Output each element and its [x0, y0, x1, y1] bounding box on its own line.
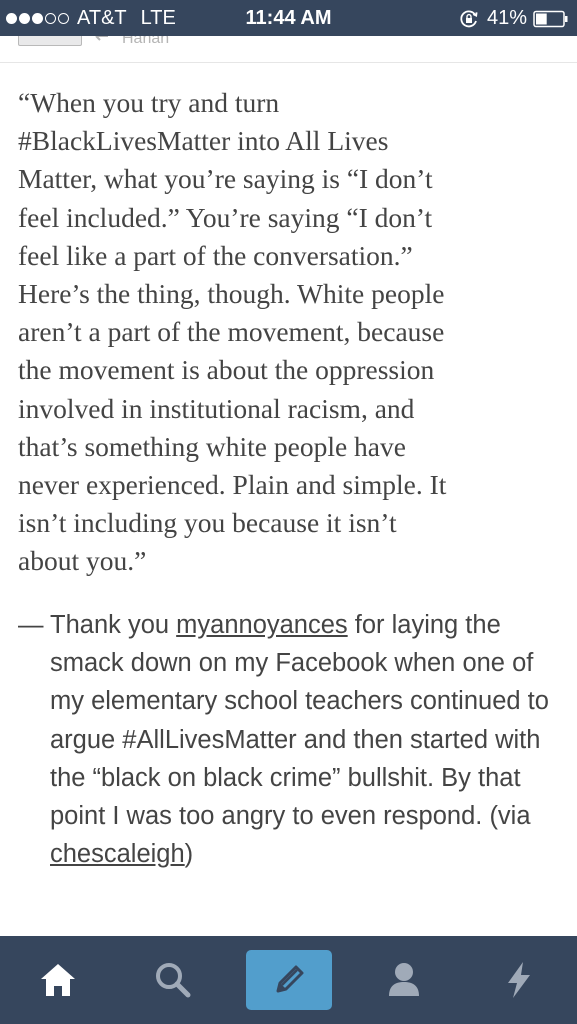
person-icon: [388, 963, 419, 996]
quote-line: Here’s the thing, though. White people: [18, 278, 445, 310]
home-icon: [40, 964, 75, 996]
attribution-body: Thank you myannoyances for laying the sm…: [50, 606, 563, 873]
quote-line: “When you try and turn: [18, 87, 280, 118]
post-header: Hánah: [0, 36, 577, 63]
pencil-icon: [276, 965, 303, 993]
quote-line: never experienced. Plain and simple. It: [18, 469, 447, 501]
quote-line: feel like a part of the conversation.”: [18, 239, 413, 271]
tab-bar: [0, 936, 577, 1024]
battery-percent: 41%: [486, 7, 527, 29]
status-bar: AT&T LTE 11:44 AM 41%: [0, 0, 577, 36]
search-icon: [155, 963, 190, 998]
author-name: Hánah: [122, 36, 170, 47]
tab-account[interactable]: [346, 936, 461, 1024]
tab-compose[interactable]: [231, 936, 346, 1024]
reblog-arrow-icon: [95, 36, 108, 41]
quote-attribution: — Thank you myannoyances for laying the …: [18, 606, 563, 873]
quote-line: #BlackLivesMatter into All Lives: [18, 125, 389, 157]
quote-line: Matter, what you’re saying is “I don’t: [18, 163, 433, 195]
rotation-lock-icon: [459, 9, 479, 29]
quote-line: that’s something white people have: [18, 430, 406, 462]
quote-text: “When you try and turn #BlackLivesMatter …: [18, 84, 558, 581]
reblog-source[interactable]: Hánah: [94, 36, 169, 48]
quote-line: involved in institutional racism, and: [18, 392, 415, 424]
attribution-middle: for laying the smack down on my Facebook…: [50, 611, 549, 831]
quote-line: the movement is about the oppression: [18, 354, 435, 386]
tab-activity[interactable]: [461, 936, 576, 1024]
compose-button[interactable]: [245, 950, 332, 1010]
tab-search[interactable]: [115, 936, 230, 1024]
attribution-end: ): [184, 840, 194, 869]
quote-line: isn’t including you because it isn’t: [18, 507, 397, 539]
tab-home[interactable]: [0, 936, 115, 1024]
battery-icon: [533, 10, 569, 28]
user-link-chescaleigh[interactable]: chescaleigh: [50, 840, 185, 868]
quote-line: about you.”: [18, 545, 147, 577]
lightning-icon: [507, 962, 530, 998]
quote-line: aren’t a part of the movement, because: [18, 316, 445, 348]
user-link-myannoyances[interactable]: myannoyances: [176, 611, 348, 639]
attribution-intro: Thank you: [50, 611, 177, 639]
quote-line: feel included.” You’re saying “I don’t: [18, 201, 433, 233]
attribution-dash: —: [18, 611, 44, 639]
status-right: 41%: [459, 7, 569, 30]
avatar[interactable]: [18, 36, 82, 46]
